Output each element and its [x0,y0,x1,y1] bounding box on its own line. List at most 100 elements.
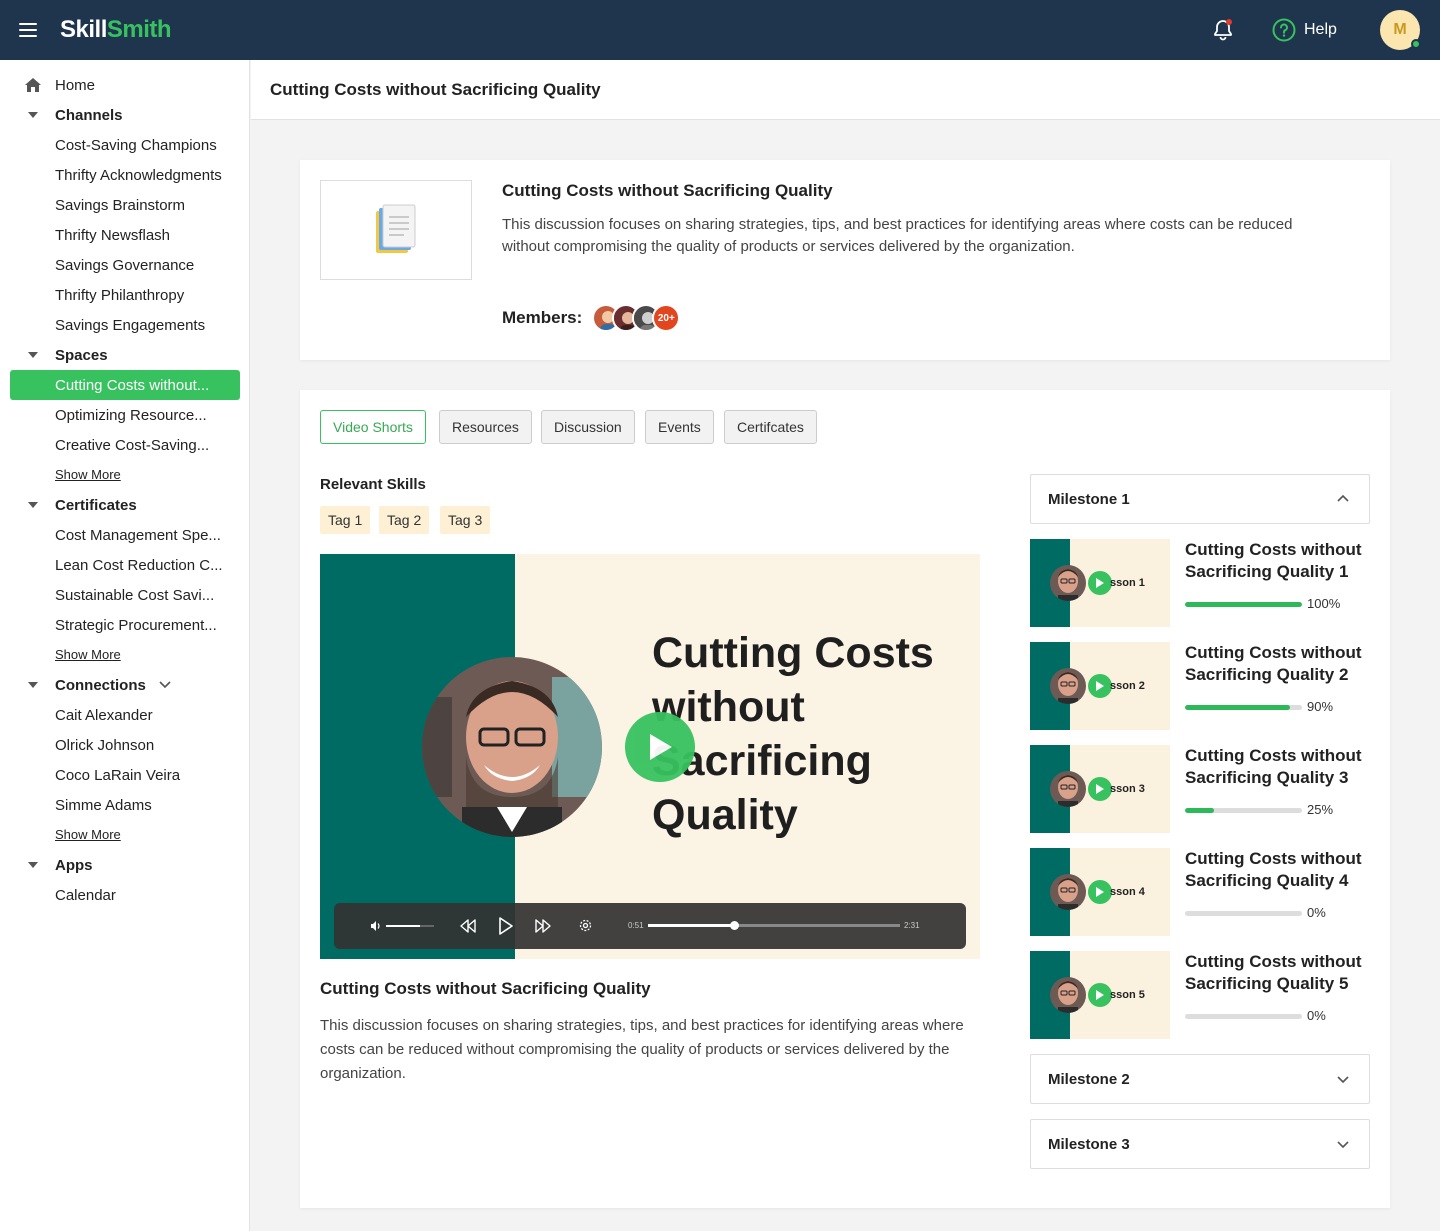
sidebar-item-connection[interactable]: Coco LaRain Veira [0,760,250,790]
sidebar-item-channel[interactable]: Thrifty Newsflash [0,220,250,250]
sidebar-item-connection[interactable]: Cait Alexander [0,700,250,730]
lesson-thumbnail[interactable]: sson 2 [1030,642,1170,730]
presenter-photo [1050,565,1086,601]
sidebar-section-channels[interactable]: Channels [0,100,250,130]
tab-events[interactable]: Events [645,410,714,444]
tab-resources[interactable]: Resources [439,410,532,444]
sidebar-item-space[interactable]: Cutting Costs without... [10,370,240,400]
sidebar-item-label: Strategic Procurement... [55,616,217,634]
sidebar-item-label: Savings Engagements [55,316,206,334]
members-more-badge[interactable]: 20+ [652,304,681,332]
show-more-certificates-link[interactable]: Show More [55,647,121,662]
sidebar-item-channel[interactable]: Savings Engagements [0,310,250,340]
play-overlay-button[interactable] [625,712,695,782]
lesson-item[interactable]: sson 3 Cutting Costs without Sacrificing … [1030,745,1370,833]
sidebar-item-home[interactable]: Home [0,70,250,100]
sidebar-item-space[interactable]: Creative Cost-Saving... [0,430,250,460]
sidebar-item-channel[interactable]: Thrifty Acknowledgments [0,160,250,190]
caret-down-icon[interactable] [28,682,38,688]
sidebar-item-label: Channels [55,106,123,124]
sidebar-item-label: Cost-Saving Champions [55,136,217,154]
volume-icon[interactable] [370,920,382,932]
play-icon[interactable] [1088,571,1112,595]
milestone-3-header[interactable]: Milestone 3 [1030,1119,1370,1169]
milestone-1-header[interactable]: Milestone 1 [1030,474,1370,524]
lesson-item[interactable]: sson 5 Cutting Costs without Sacrificing … [1030,951,1370,1039]
lesson-title[interactable]: Cutting Costs without Sacrificing Qualit… [1185,539,1375,583]
skill-tag[interactable]: Tag 2 [379,506,430,534]
tab-discussion[interactable]: Discussion [541,410,635,444]
thumbnail-lesson-label: sson 4 [1110,886,1145,898]
lesson-title[interactable]: Cutting Costs without Sacrificing Qualit… [1185,848,1375,892]
sidebar-item-certificate[interactable]: Lean Cost Reduction C... [0,550,250,580]
sidebar-item-channel[interactable]: Cost-Saving Champions [0,130,250,160]
lesson-thumbnail[interactable]: sson 1 [1030,539,1170,627]
lesson-thumbnail[interactable]: sson 5 [1030,951,1170,1039]
thumbnail-lesson-label: sson 1 [1110,577,1145,589]
skill-tag[interactable]: Tag 3 [440,506,491,534]
top-bar: SkillSmith Help M [0,0,1440,60]
user-avatar[interactable]: M [1380,10,1421,50]
skill-tag[interactable]: Tag 1 [320,506,371,534]
sidebar-item-label: Cost Management Spe... [55,526,221,544]
settings-gear-icon[interactable] [579,919,592,932]
show-more-spaces-link[interactable]: Show More [55,467,121,482]
sidebar-item-certificate[interactable]: Cost Management Spe... [0,520,250,550]
sidebar-section-connections[interactable]: Connections [0,670,250,700]
sidebar-item-connection[interactable]: Olrick Johnson [0,730,250,760]
caret-down-icon[interactable] [28,862,38,868]
sidebar-item-certificate[interactable]: Sustainable Cost Savi... [0,580,250,610]
sidebar-item-label: Thrifty Philanthropy [55,286,185,304]
menu-icon[interactable] [19,23,37,37]
show-more-connections-link[interactable]: Show More [55,827,121,842]
caret-down-icon[interactable] [28,112,38,118]
caret-down-icon[interactable] [28,352,38,358]
presenter-photo [1050,977,1086,1013]
fast-forward-icon[interactable] [535,919,551,933]
sidebar-item-connection[interactable]: Simme Adams [0,790,250,820]
seek-handle[interactable] [729,921,739,930]
video-title: Cutting Costs without Sacrificing Qualit… [320,979,651,998]
sidebar-item-channel[interactable]: Thrifty Philanthropy [0,280,250,310]
seek-bar[interactable] [648,921,900,930]
volume-slider[interactable] [386,925,434,927]
video-controls: 0:51 2:31 [334,903,966,949]
lesson-title[interactable]: Cutting Costs without Sacrificing Qualit… [1185,642,1375,686]
lesson-title[interactable]: Cutting Costs without Sacrificing Qualit… [1185,745,1375,789]
lesson-title[interactable]: Cutting Costs without Sacrificing Qualit… [1185,951,1375,995]
lesson-progress-fill [1185,808,1215,813]
lesson-item[interactable]: sson 1 Cutting Costs without Sacrificing … [1030,539,1370,627]
tab-certificates[interactable]: Certifcates [724,410,817,444]
lesson-thumbnail[interactable]: sson 4 [1030,848,1170,936]
caret-down-icon[interactable] [28,502,38,508]
logo[interactable]: SkillSmith [60,16,172,44]
sidebar-section-spaces[interactable]: Spaces [0,340,250,370]
play-pause-icon[interactable] [498,916,514,936]
lesson-item[interactable]: sson 4 Cutting Costs without Sacrificing … [1030,848,1370,936]
sidebar-section-apps[interactable]: Apps [0,850,250,880]
notification-bell-icon[interactable] [1211,18,1235,42]
video-player[interactable]: Cutting Costs without Sacrificing Qualit… [320,554,980,959]
tab-video-shorts[interactable]: Video Shorts [320,410,426,444]
sidebar-item-channel[interactable]: Savings Brainstorm [0,190,250,220]
play-icon[interactable] [1088,983,1112,1007]
sidebar-item-space[interactable]: Optimizing Resource... [0,400,250,430]
play-icon[interactable] [1088,674,1112,698]
sidebar-item-label: Cait Alexander [55,706,153,724]
logo-part-2: Smith [106,16,172,43]
sidebar-section-certificates[interactable]: Certificates [0,490,250,520]
lesson-item[interactable]: sson 2 Cutting Costs without Sacrificing … [1030,642,1370,730]
lesson-thumbnail[interactable]: sson 3 [1030,745,1170,833]
chevron-down-icon[interactable] [159,681,171,689]
sidebar-item-certificate[interactable]: Strategic Procurement... [0,610,250,640]
play-icon[interactable] [1088,880,1112,904]
rewind-icon[interactable] [460,919,476,933]
play-icon[interactable] [1088,777,1112,801]
help-button[interactable]: Help [1272,18,1337,42]
sidebar-item-label: Spaces [55,346,108,364]
milestone-2-header[interactable]: Milestone 2 [1030,1054,1370,1104]
sidebar-item-channel[interactable]: Savings Governance [0,250,250,280]
sidebar-item-app[interactable]: Calendar [0,880,250,910]
sidebar-item-label: Simme Adams [55,796,152,814]
sidebar-item-label: Certificates [55,496,137,514]
